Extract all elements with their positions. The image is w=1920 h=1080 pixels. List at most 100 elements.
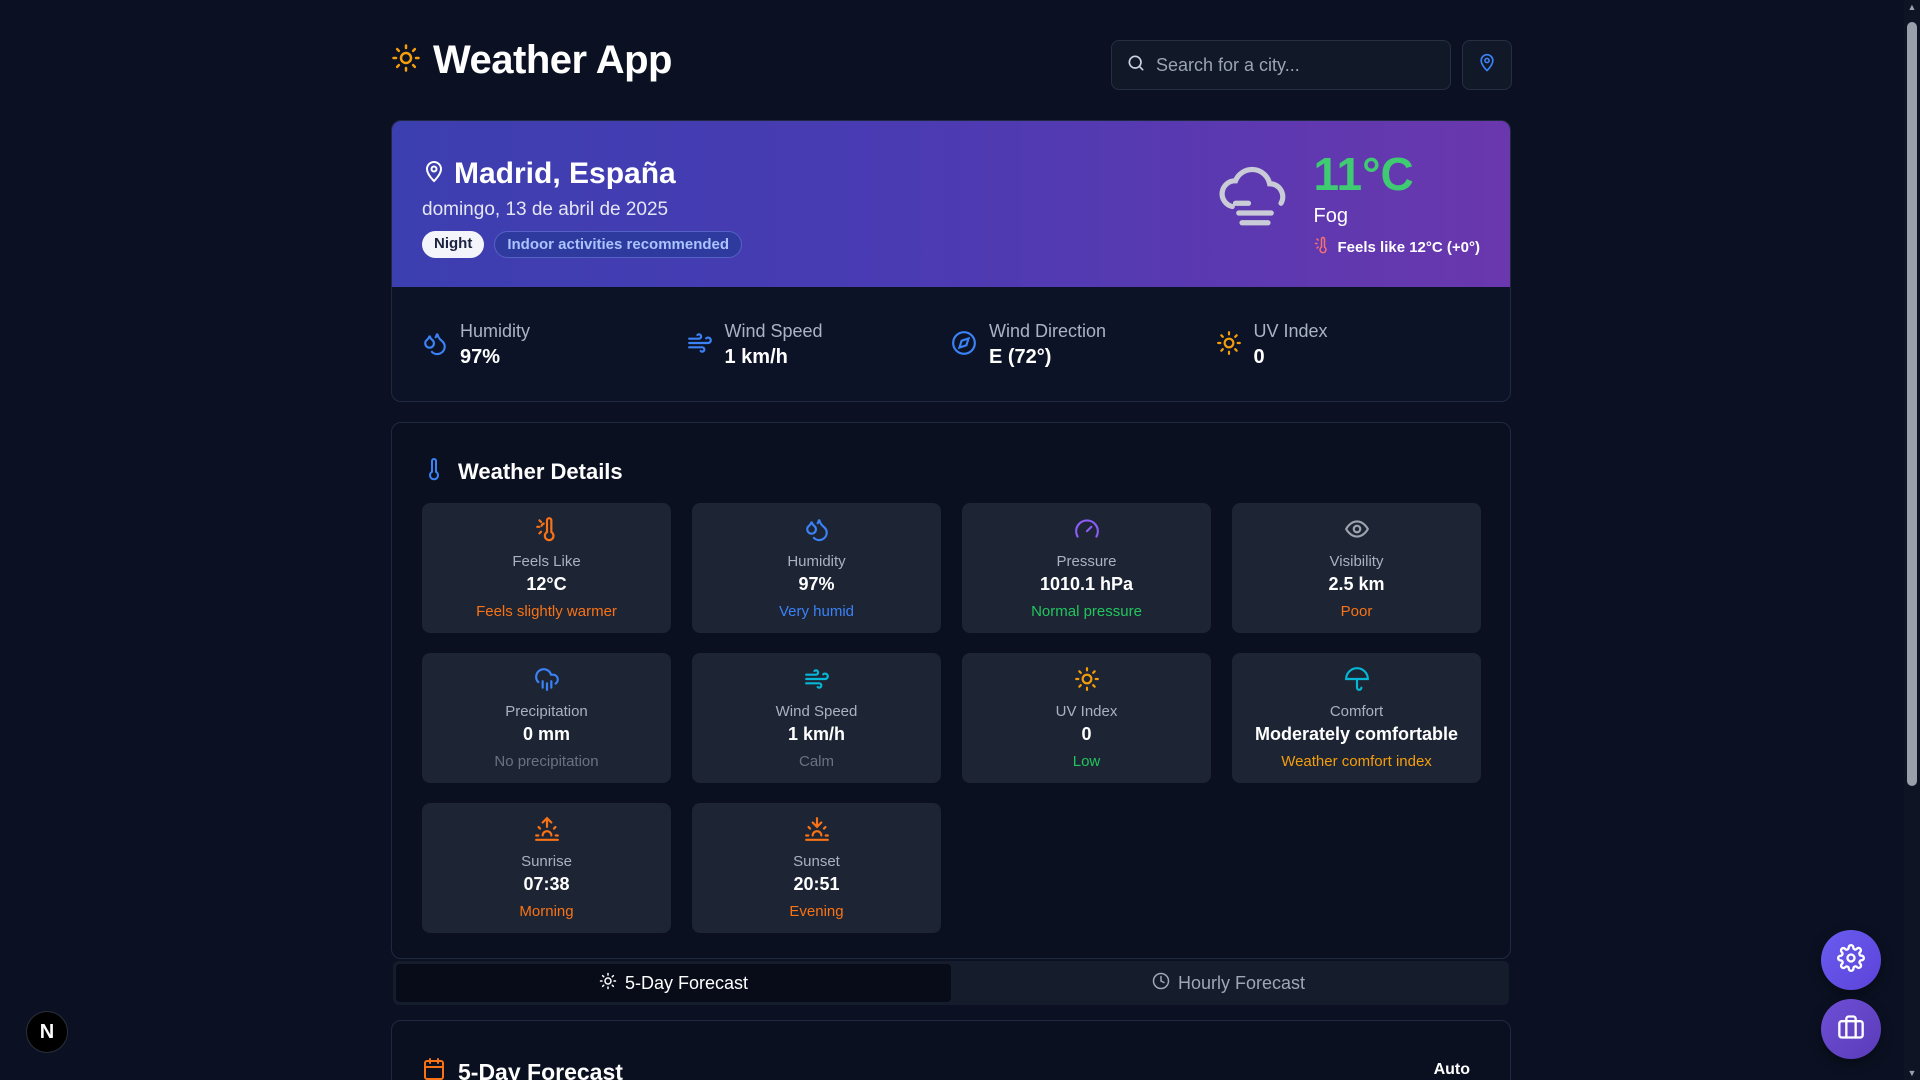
tile-label: Pressure [1056, 553, 1117, 570]
thermometer-icon [422, 457, 446, 487]
tile-note: Morning [519, 903, 574, 920]
tile-pressure: Pressure 1010.1 hPa Normal pressure [962, 503, 1211, 633]
tile-value: 1010.1 hPa [1039, 574, 1134, 594]
unit-mode-toggle[interactable]: Auto [1434, 1061, 1470, 1079]
tab-hourly-forecast[interactable]: Hourly Forecast [951, 964, 1506, 1002]
scroll-up-arrow-icon[interactable]: ▲ [1907, 2, 1917, 12]
search-input[interactable] [1156, 54, 1436, 76]
tab-label: Hourly Forecast [1177, 972, 1306, 993]
search-box[interactable] [1111, 40, 1451, 90]
stat-value: 0 [1253, 346, 1265, 368]
tile-value: 97% [798, 574, 835, 594]
tile-sunrise: Sunrise 07:38 Morning [422, 803, 671, 933]
briefcase-icon [1837, 1013, 1865, 1046]
gear-icon [1837, 943, 1865, 977]
current-conditions: 11°C Fog Feels like 12°C (+0°) [1216, 151, 1481, 258]
search-icon [1126, 53, 1146, 78]
stat-value: 97% [460, 346, 501, 368]
calendar-icon [422, 1057, 446, 1080]
feels-like: Feels like 12°C (+0°) [1314, 236, 1481, 258]
tile-note: Weather comfort index [1281, 753, 1432, 770]
map-pin-icon [422, 160, 446, 189]
weather-details-title: Weather Details [458, 459, 623, 484]
map-pin-icon [1477, 53, 1497, 78]
tile-sunset: Sunset 20:51 Evening [692, 803, 941, 933]
tile-wind-speed: Wind Speed 1 km/h Calm [692, 653, 941, 783]
tile-value: 2.5 km [1328, 574, 1385, 594]
droplets-icon [804, 516, 830, 547]
tab-label: 5-Day Forecast [624, 972, 749, 993]
nextjs-dev-badge[interactable]: N [26, 1011, 68, 1053]
details-grid: Feels Like 12°C Feels slightly warmer Hu… [422, 503, 1481, 933]
page-scrollbar[interactable]: ▲ ▼ [1904, 0, 1920, 1080]
tile-humidity: Humidity 97% Very humid [692, 503, 941, 633]
tile-note: Evening [789, 903, 844, 920]
tile-label: Visibility [1329, 553, 1384, 570]
tile-note: No precipitation [494, 753, 599, 770]
sunset-icon [804, 816, 830, 847]
sun-icon [1216, 330, 1242, 361]
page: Weather App Madrid, E [0, 0, 1920, 1080]
tile-uv-index: UV Index 0 Low [962, 653, 1211, 783]
toolbox-button[interactable] [1821, 999, 1881, 1059]
stat-uv-index: UV Index 0 [1216, 321, 1481, 369]
tile-label: Feels Like [512, 553, 581, 570]
stat-label: UV Index [1253, 321, 1328, 341]
tile-comfort: Comfort Moderately comfortable Weather c… [1232, 653, 1481, 783]
sun-icon [599, 972, 617, 995]
tile-note: Very humid [778, 603, 855, 620]
tile-value: 12°C [526, 574, 567, 594]
tile-note: Calm [798, 753, 834, 770]
thermometer-sun-icon [534, 516, 560, 547]
forecast-heading: 5-Day Forecast [422, 1057, 623, 1080]
wind-icon [804, 666, 830, 697]
scroll-down-arrow-icon[interactable]: ▼ [1907, 1068, 1917, 1078]
tile-note: Feels slightly warmer [476, 603, 617, 620]
tile-feels-like: Feels Like 12°C Feels slightly warmer [422, 503, 671, 633]
current-weather-hero: Madrid, España domingo, 13 de abril de 2… [392, 121, 1510, 287]
main-container: Weather App Madrid, E [391, 0, 1512, 1080]
tab-5-day-forecast[interactable]: 5-Day Forecast [396, 964, 951, 1002]
tile-label: Sunrise [521, 853, 572, 870]
tile-label: Humidity [787, 553, 846, 570]
sun-icon [1074, 666, 1100, 697]
thermometer-sun-icon [1314, 236, 1332, 258]
forecast-title: 5-Day Forecast [458, 1058, 623, 1080]
app-title-text: Weather App [433, 38, 672, 82]
stat-label: Humidity [460, 321, 531, 341]
cloud-fog-icon [1216, 161, 1294, 244]
tile-note: Poor [1340, 603, 1373, 620]
forecast-tabs: 5-Day Forecast Hourly Forecast [393, 961, 1509, 1005]
scrollbar-thumb[interactable] [1907, 22, 1917, 786]
header: Weather App [391, 0, 1512, 130]
quick-stats: Humidity 97% Wind Speed 1 km/h Wind Dire… [392, 287, 1510, 401]
stat-humidity: Humidity 97% [422, 321, 687, 369]
tile-precipitation: Precipitation 0 mm No precipitation [422, 653, 671, 783]
stat-value: 1 km/h [724, 346, 788, 368]
cloud-rain-icon [534, 666, 560, 697]
current-location-button[interactable] [1462, 40, 1512, 90]
tile-value: 20:51 [793, 874, 840, 894]
tile-label: Sunset [793, 853, 840, 870]
temperature: 11°C [1313, 148, 1414, 200]
tile-value: 1 km/h [787, 724, 846, 744]
tile-value: 07:38 [523, 874, 570, 894]
gauge-icon [1074, 516, 1100, 547]
wind-icon [687, 330, 713, 361]
recommendation-badge: Indoor activities recommended [494, 231, 743, 258]
umbrella-icon [1344, 666, 1370, 697]
current-weather-card: Madrid, España domingo, 13 de abril de 2… [391, 120, 1511, 402]
weather-details-card: Weather Details Feels Like 12°C Feels sl… [391, 422, 1511, 959]
tile-label: Precipitation [505, 703, 588, 720]
feels-like-text: Feels like 12°C (+0°) [1337, 238, 1481, 256]
temperature-block: 11°C Fog Feels like 12°C (+0°) [1314, 151, 1481, 258]
settings-button[interactable] [1821, 930, 1881, 990]
humidity-icon [422, 330, 448, 361]
stat-label: Wind Direction [989, 321, 1107, 341]
tile-note: Normal pressure [1031, 603, 1142, 620]
city-name: Madrid, España [454, 157, 676, 190]
clock-icon [1152, 972, 1170, 995]
weather-details-heading: Weather Details [422, 457, 1480, 487]
tile-label: Wind Speed [775, 703, 858, 720]
tile-label: UV Index [1055, 703, 1118, 720]
